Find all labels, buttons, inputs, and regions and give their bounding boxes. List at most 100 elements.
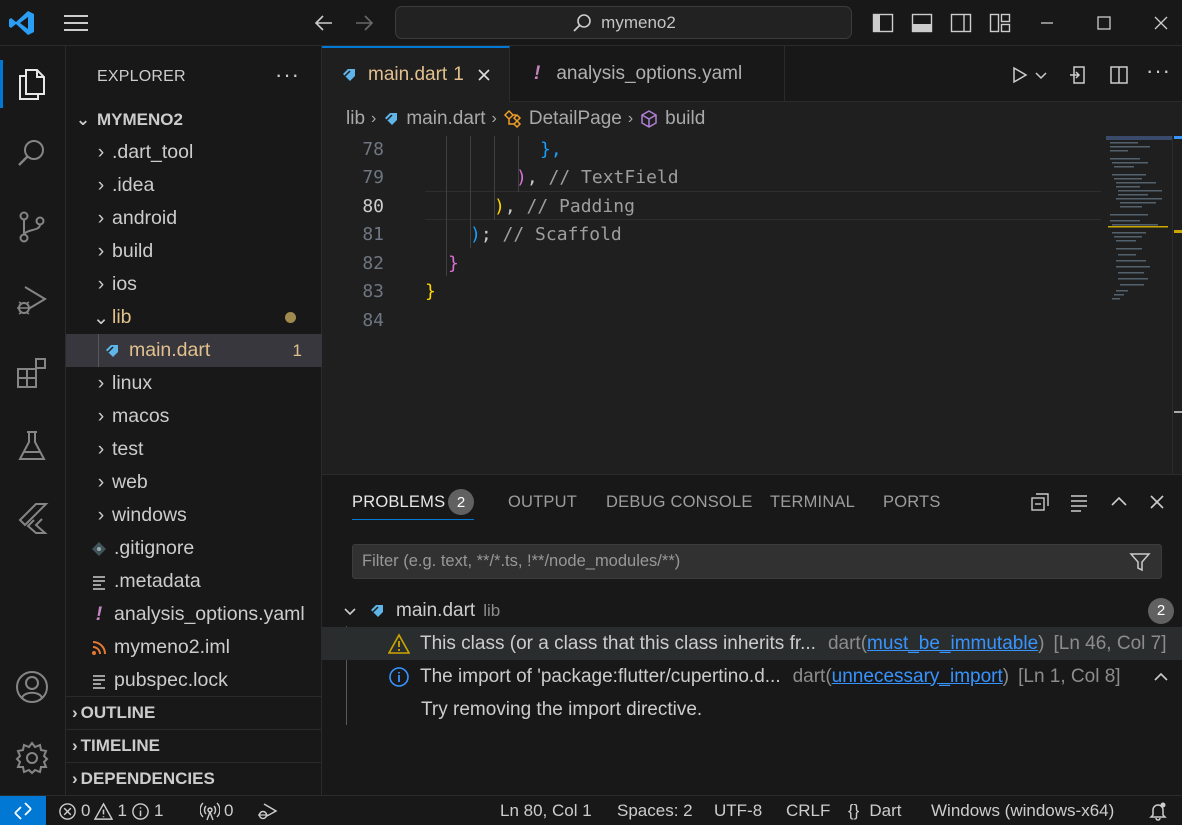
filter-icon[interactable] bbox=[1129, 551, 1151, 573]
extensions-activity-button[interactable] bbox=[12, 353, 52, 393]
chevron-right-icon: › bbox=[97, 207, 105, 229]
run-debug-activity-button[interactable] bbox=[12, 280, 52, 320]
breadcrumb-lib[interactable]: lib bbox=[346, 108, 365, 130]
testing-activity-button[interactable] bbox=[12, 426, 52, 466]
tree-item-test[interactable]: › test bbox=[66, 433, 322, 466]
braces-icon: {} bbox=[848, 801, 860, 820]
run-icon[interactable] bbox=[1008, 64, 1030, 86]
toggle-panel-icon[interactable] bbox=[910, 11, 934, 35]
line-number: 79 bbox=[362, 167, 384, 188]
command-center-search[interactable]: mymeno2 bbox=[395, 6, 852, 39]
info-icon bbox=[132, 802, 149, 820]
workspace-root[interactable]: ⌄ MYMENO2 bbox=[66, 103, 322, 136]
tree-item-linux[interactable]: › linux bbox=[66, 367, 322, 400]
ports-status[interactable]: 0 bbox=[200, 801, 233, 821]
tab-problems[interactable]: PROBLEMS bbox=[352, 493, 445, 512]
debug-status[interactable] bbox=[256, 801, 278, 821]
tree-item-dart-tool[interactable]: › .dart_tool bbox=[66, 136, 322, 169]
tree-item-android[interactable]: › android bbox=[66, 202, 322, 235]
open-device-icon[interactable] bbox=[1068, 64, 1090, 86]
customize-layout-icon[interactable] bbox=[988, 11, 1012, 35]
tree-item-macos[interactable]: › macos bbox=[66, 400, 322, 433]
tree-item-idea[interactable]: › .idea bbox=[66, 169, 322, 202]
maximize-icon[interactable] bbox=[1093, 12, 1115, 34]
tab-output[interactable]: OUTPUT bbox=[508, 493, 577, 512]
git-file-icon bbox=[88, 541, 110, 557]
code-editor[interactable]: 78 79 80 81 82 83 84 }, ), // TextField … bbox=[322, 136, 1182, 474]
tree-item-windows[interactable]: › windows bbox=[66, 499, 322, 532]
split-editor-icon[interactable] bbox=[1108, 64, 1130, 86]
tree-item-web[interactable]: › web bbox=[66, 466, 322, 499]
breadcrumb-class[interactable]: DetailPage bbox=[529, 108, 622, 130]
language-mode[interactable]: {} Dart bbox=[848, 801, 901, 821]
tree-item-ios[interactable]: › ios bbox=[66, 268, 322, 301]
section-outline[interactable]: › OUTLINE bbox=[66, 696, 322, 729]
cursor-position[interactable]: Ln 80, Col 1 bbox=[500, 801, 592, 821]
toggle-primary-sidebar-icon[interactable] bbox=[871, 11, 895, 35]
problems-file-row[interactable]: main.dart lib 2 bbox=[322, 594, 1182, 627]
chevron-right-icon: › bbox=[97, 504, 105, 526]
tab-analysis-options[interactable]: ! analysis_options.yaml bbox=[510, 46, 785, 102]
notifications-bell-icon[interactable] bbox=[1148, 801, 1168, 821]
breadcrumb-file[interactable]: main.dart bbox=[406, 108, 485, 130]
target-platform[interactable]: Windows (windows-x64) bbox=[931, 801, 1114, 821]
remote-indicator[interactable] bbox=[0, 796, 46, 825]
tree-item-pubspec-lock[interactable]: pubspec.lock bbox=[66, 664, 322, 697]
problem-source: dart bbox=[827, 632, 861, 654]
minimize-icon[interactable] bbox=[1036, 12, 1058, 34]
tree-item-lib[interactable]: ⌄ lib bbox=[66, 301, 322, 334]
tree-item-analysis-options[interactable]: ! analysis_options.yaml bbox=[66, 598, 322, 631]
tree-item-metadata[interactable]: .metadata bbox=[66, 565, 322, 598]
problem-row-info[interactable]: The import of 'package:flutter/cupertino… bbox=[322, 660, 1182, 693]
problems-status[interactable]: 0 1 1 bbox=[58, 801, 163, 821]
tab-terminal[interactable]: TERMINAL bbox=[770, 493, 855, 512]
accounts-activity-button[interactable] bbox=[12, 667, 52, 707]
warning-icon bbox=[94, 801, 114, 820]
chevron-up-icon[interactable] bbox=[1152, 668, 1170, 686]
chevron-right-icon: › bbox=[97, 438, 105, 460]
search-activity-button[interactable] bbox=[12, 134, 52, 174]
tree-item-build[interactable]: › build bbox=[66, 235, 322, 268]
manage-activity-button[interactable] bbox=[12, 738, 52, 778]
tab-ports[interactable]: PORTS bbox=[883, 493, 941, 512]
tab-debug-console[interactable]: DEBUG CONSOLE bbox=[606, 493, 753, 512]
breadcrumb-method[interactable]: build bbox=[665, 108, 705, 130]
problem-row-warning[interactable]: This class (or a class that this class i… bbox=[322, 627, 1182, 660]
view-as-list-icon[interactable] bbox=[1068, 491, 1090, 513]
source-control-activity-button[interactable] bbox=[12, 207, 52, 247]
forward-arrow-icon[interactable] bbox=[352, 11, 376, 35]
problems-filter-input[interactable]: Filter (e.g. text, **/*.ts, !**/node_mod… bbox=[352, 544, 1162, 579]
close-tab-icon[interactable] bbox=[476, 67, 492, 83]
chevron-down-icon: ⌄ bbox=[75, 109, 91, 129]
problem-code-link[interactable]: unnecessary_import bbox=[832, 666, 1003, 688]
chevron-right-icon: › bbox=[97, 141, 105, 163]
back-arrow-icon[interactable] bbox=[312, 11, 336, 35]
close-window-icon[interactable] bbox=[1150, 12, 1172, 34]
tree-item-gitignore[interactable]: .gitignore bbox=[66, 532, 322, 565]
tree-item-main-dart[interactable]: main.dart 1 bbox=[66, 334, 322, 367]
tab-main-dart[interactable]: main.dart 1 bbox=[322, 46, 510, 102]
explorer-activity-button[interactable] bbox=[0, 60, 52, 108]
collapse-all-icon[interactable] bbox=[1029, 491, 1051, 513]
close-panel-icon[interactable] bbox=[1146, 491, 1168, 513]
encoding-status[interactable]: UTF-8 bbox=[714, 801, 762, 821]
section-timeline[interactable]: › TIMELINE bbox=[66, 729, 322, 762]
section-dependencies[interactable]: › DEPENDENCIES bbox=[66, 762, 322, 795]
menu-icon[interactable] bbox=[62, 12, 90, 34]
error-icon bbox=[59, 802, 76, 820]
chevron-down-icon[interactable] bbox=[1034, 64, 1048, 86]
eol-status[interactable]: CRLF bbox=[786, 801, 830, 821]
more-actions-icon[interactable]: ··· bbox=[275, 62, 300, 88]
toggle-secondary-sidebar-icon[interactable] bbox=[949, 11, 973, 35]
extensions-icon bbox=[17, 358, 46, 388]
more-actions-icon[interactable]: ··· bbox=[1146, 58, 1170, 83]
maximize-panel-icon[interactable] bbox=[1108, 491, 1130, 513]
tree-item-iml[interactable]: mymeno2.iml bbox=[66, 631, 322, 664]
flutter-activity-button[interactable] bbox=[12, 498, 52, 538]
line-number: 83 bbox=[362, 281, 384, 302]
problem-code-link[interactable]: must_be_immutable bbox=[867, 633, 1038, 655]
editor-scrollbar[interactable] bbox=[1172, 136, 1182, 474]
indentation-status[interactable]: Spaces: 2 bbox=[617, 801, 693, 821]
minimap[interactable] bbox=[1106, 136, 1172, 474]
source-control-icon bbox=[19, 211, 45, 243]
